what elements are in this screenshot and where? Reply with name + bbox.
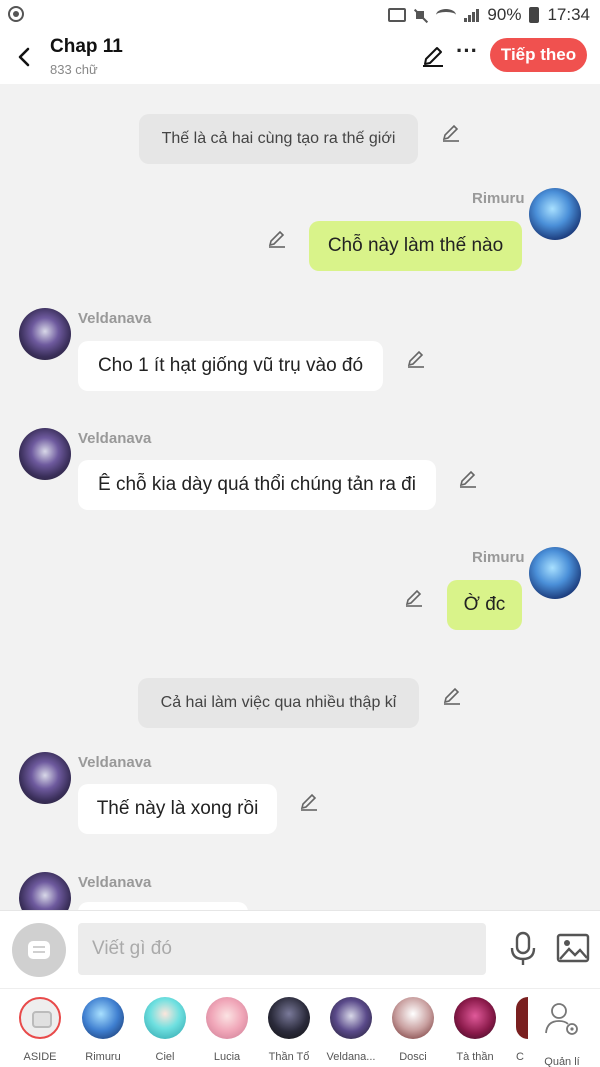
character-aside[interactable]: ASIDE (12, 997, 68, 1063)
chapter-title: Chap 11 (50, 36, 123, 57)
character-avatar (206, 997, 248, 1039)
character-avatar (392, 997, 434, 1039)
character-label: Veldana... (326, 1051, 376, 1063)
character-than-to[interactable]: Thần Tổ (261, 997, 317, 1063)
status-bar: 90% 17:34 (0, 0, 600, 30)
edit-pen-icon[interactable] (420, 43, 446, 69)
character-label: Quản lí (544, 1056, 580, 1067)
chat-area[interactable]: Thế là cả hai cùng tạo ra thế giới Rimur… (0, 84, 600, 910)
edit-message-icon[interactable] (405, 348, 427, 370)
mute-icon (414, 8, 428, 22)
aside-toggle-button[interactable] (12, 923, 66, 977)
microphone-icon[interactable] (506, 931, 540, 967)
character-avatar (516, 997, 528, 1039)
message-bubble-right[interactable]: Ờ đc (447, 580, 522, 630)
edit-message-icon[interactable] (403, 587, 425, 609)
rimuru-avatar[interactable] (529, 547, 581, 599)
message-bubble-left[interactable] (78, 902, 248, 910)
wifi-icon (436, 9, 457, 21)
chapter-header: Chap 11 833 chữ ··· Tiếp theo (0, 30, 600, 84)
message-bubble-right[interactable]: Chỗ này làm thế nào (309, 221, 522, 271)
veldanava-avatar[interactable] (19, 752, 71, 804)
character-avatar (82, 997, 124, 1039)
back-arrow-icon[interactable] (12, 44, 38, 70)
edit-message-icon[interactable] (266, 228, 288, 250)
character-c[interactable]: C (506, 997, 534, 1063)
signal-icon (464, 8, 480, 22)
narration-bubble[interactable]: Thế là cả hai cùng tạo ra thế giới (139, 114, 418, 164)
edit-message-icon[interactable] (441, 685, 463, 707)
veldanava-avatar[interactable] (19, 428, 71, 480)
character-avatar (454, 997, 496, 1039)
character-ciel[interactable]: Ciel (137, 997, 193, 1063)
message-input-bar (0, 910, 600, 988)
character-rimuru[interactable]: Rimuru (75, 997, 131, 1063)
battery-percent: 90% (487, 5, 522, 24)
edit-message-icon[interactable] (457, 468, 479, 490)
manage-characters[interactable]: Quản lí (534, 997, 590, 1067)
image-icon[interactable] (556, 933, 590, 963)
sender-name: Veldanava (78, 754, 152, 771)
character-label: C (516, 1051, 524, 1063)
message-bubble-left[interactable]: Ê chỗ kia dày quá thổi chúng tản ra đi (78, 460, 436, 510)
character-avatar (330, 997, 372, 1039)
chat-bubble-icon (28, 941, 50, 959)
battery-icon (529, 7, 540, 23)
character-label: Dosci (399, 1051, 427, 1063)
character-label: Rimuru (85, 1051, 121, 1063)
sender-name: Rimuru (472, 190, 525, 207)
narration-bubble[interactable]: Cả hai làm việc qua nhiều thập kỉ (138, 678, 419, 728)
manage-user-icon (545, 1003, 578, 1035)
character-label: Thần Tổ (268, 1051, 310, 1063)
sender-name: Veldanava (78, 874, 152, 891)
veldanava-avatar[interactable] (19, 872, 71, 910)
cast-icon (388, 8, 407, 22)
message-bubble-left[interactable]: Thế này là xong rồi (78, 784, 277, 834)
message-bubble-left[interactable]: Cho 1 ít hạt giống vũ trụ vào đó (78, 341, 383, 391)
sender-name: Rimuru (472, 549, 525, 566)
veldanava-avatar[interactable] (19, 308, 71, 360)
character-label: Ciel (155, 1051, 175, 1063)
character-label: Lucia (213, 1051, 241, 1063)
character-avatar (268, 997, 310, 1039)
app-status-icon (8, 6, 24, 22)
character-label: Tà thần (456, 1051, 494, 1063)
status-icons: 90% 17:34 (388, 5, 590, 25)
rimuru-avatar[interactable] (529, 188, 581, 240)
character-lucia[interactable]: Lucia (199, 997, 255, 1063)
clock: 17:34 (547, 5, 590, 24)
next-button[interactable]: Tiếp theo (490, 38, 587, 72)
character-dosci[interactable]: Dosci (385, 997, 441, 1063)
character-ta-than[interactable]: Tà thần (447, 997, 503, 1063)
aside-icon (19, 997, 61, 1039)
character-veldanava[interactable]: Veldana... (323, 997, 379, 1063)
message-input[interactable] (78, 923, 486, 975)
word-count: 833 chữ (50, 62, 98, 77)
sender-name: Veldanava (78, 430, 152, 447)
more-icon[interactable]: ··· (456, 40, 478, 68)
sender-name: Veldanava (78, 310, 152, 327)
character-label: ASIDE (23, 1051, 57, 1063)
edit-message-icon[interactable] (440, 122, 462, 144)
edit-message-icon[interactable] (298, 791, 320, 813)
character-bar: ASIDE Rimuru Ciel Lucia Thần Tổ Veldana.… (0, 988, 600, 1067)
character-avatar (144, 997, 186, 1039)
